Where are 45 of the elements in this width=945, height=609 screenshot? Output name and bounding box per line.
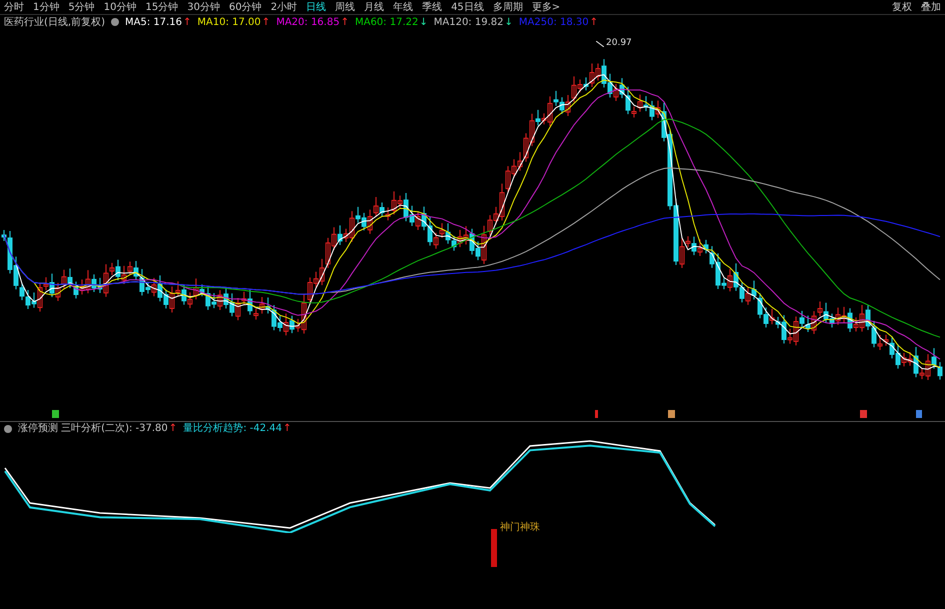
trend-arrow: ↑ [283,422,292,435]
period-tab[interactable]: 周线 [335,0,356,14]
trend-arrow: ↑ [183,16,192,28]
period-tab[interactable]: 5分钟 [68,0,95,14]
signal-icon [668,410,675,418]
period-tab[interactable]: 季线 [422,0,442,14]
period-tab[interactable]: 年线 [393,0,414,14]
period-tab[interactable]: 10分钟 [104,0,136,14]
period-tab[interactable]: 月线 [364,0,384,14]
indicator-value: 涨停预测 三叶分析(二次): -37.80 [18,422,168,435]
period-tab[interactable]: 45日线 [451,0,484,14]
indicator-value: 量比分析趋势: -42.44 [183,422,282,435]
trend-arrow: ↓ [504,16,513,28]
period-tab[interactable]: 1分钟 [33,0,60,14]
trend-arrow: ↓ [419,16,428,28]
trend-arrow: ↑ [340,16,349,28]
buy-signal-icon [52,410,59,418]
period-tab[interactable]: 更多> [532,0,560,14]
chart-title: 医药行业(日线,前复权) [4,16,105,28]
period-tab[interactable]: 30分钟 [187,0,220,14]
indicator-value: MA20: 16.85 [276,16,340,28]
period-tab[interactable]: 60分钟 [228,0,262,14]
indicator-value: MA250: 18.30 [518,16,589,28]
toolbar-button[interactable]: 叠加 [921,0,941,14]
sell-signal-icon [595,410,598,418]
indicator-value: MA120: 19.82 [434,16,504,28]
indicator-value: MA60: 17.22 [354,16,418,28]
period-tab[interactable]: 日线 [306,0,326,14]
trend-arrow: ↑ [168,422,178,435]
period-tab[interactable]: 分时 [4,0,24,14]
peak-price-label: 20.97 [606,37,632,50]
settings-icon[interactable] [4,424,12,432]
period-tab[interactable]: 15分钟 [145,0,178,14]
indicator-value: MA5: 17.16 [124,16,182,28]
trend-arrow: ↑ [590,16,598,28]
signal-icon [860,410,867,418]
signal-bar [491,529,497,567]
toolbar-button[interactable]: 复权 [892,0,912,14]
settings-icon[interactable] [110,18,119,26]
signal-icon [916,410,922,418]
signal-label: 神门神珠 [500,521,540,534]
period-tab[interactable]: 2小时 [270,0,298,14]
period-tab[interactable]: 多周期 [492,0,523,14]
indicator-value: MA10: 17.00 [197,16,261,28]
trend-arrow: ↑ [262,16,270,28]
